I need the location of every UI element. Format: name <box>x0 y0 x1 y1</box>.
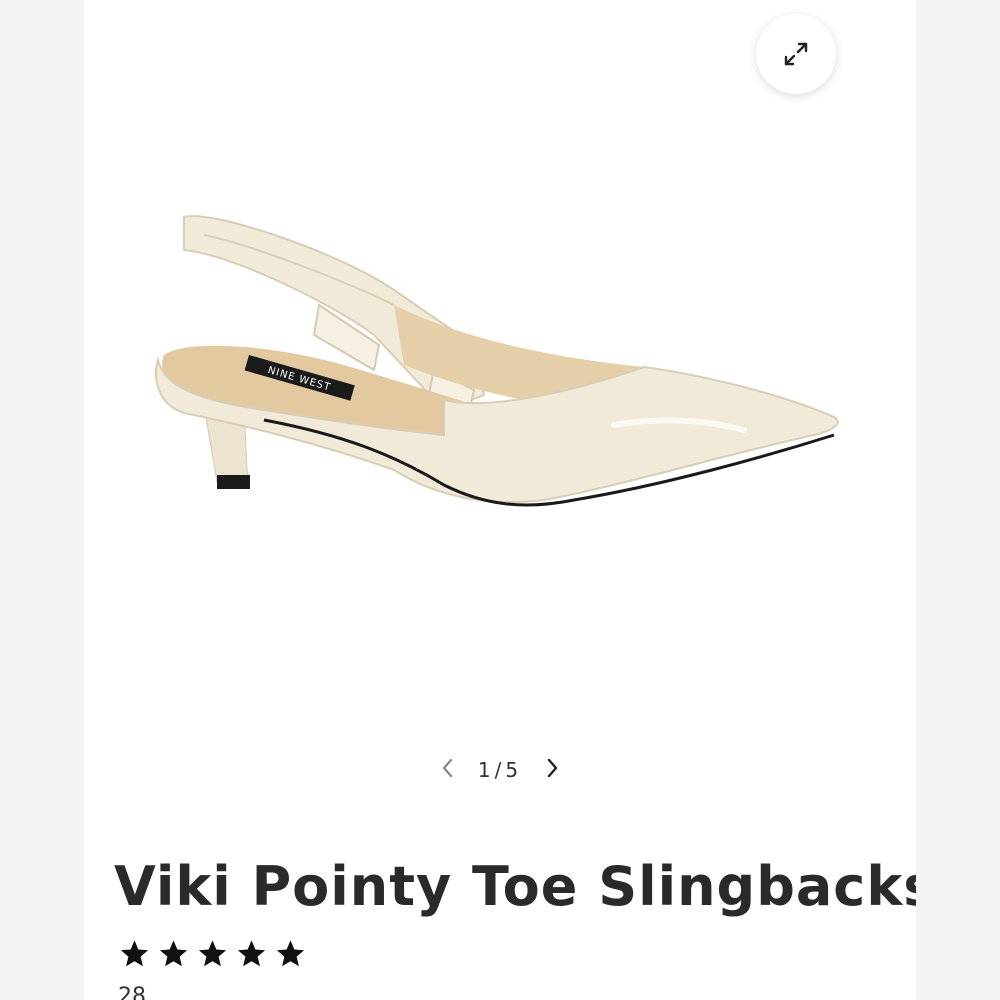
star-icon <box>235 938 268 970</box>
current-image-number: 1 <box>477 758 495 782</box>
product-image[interactable]: NINE WEST <box>144 195 864 529</box>
product-page: NINE WEST 1 / 5 Viki Pointy Toe Slingbac… <box>84 0 916 1000</box>
product-title: Viki Pointy Toe Slingbacks <box>114 855 916 918</box>
star-icon <box>118 938 151 970</box>
star-icon <box>196 938 229 970</box>
expand-image-button[interactable] <box>756 14 836 94</box>
right-background <box>916 0 1000 1000</box>
previous-image-button[interactable] <box>434 756 462 784</box>
review-count[interactable]: 28 <box>118 984 146 1000</box>
star-icon <box>157 938 190 970</box>
chevron-right-icon <box>543 757 561 783</box>
image-pager: 1 / 5 <box>410 752 590 788</box>
pager-separator: / <box>494 758 506 782</box>
total-image-count: 5 <box>505 758 523 782</box>
left-background <box>0 0 84 1000</box>
chevron-left-icon <box>439 757 457 783</box>
expand-arrows-icon <box>779 37 813 71</box>
rating-stars[interactable] <box>118 938 307 970</box>
star-icon <box>274 938 307 970</box>
image-counter: 1 / 5 <box>478 758 522 782</box>
next-image-button[interactable] <box>538 756 566 784</box>
product-gallery[interactable]: NINE WEST 1 / 5 <box>84 0 916 800</box>
